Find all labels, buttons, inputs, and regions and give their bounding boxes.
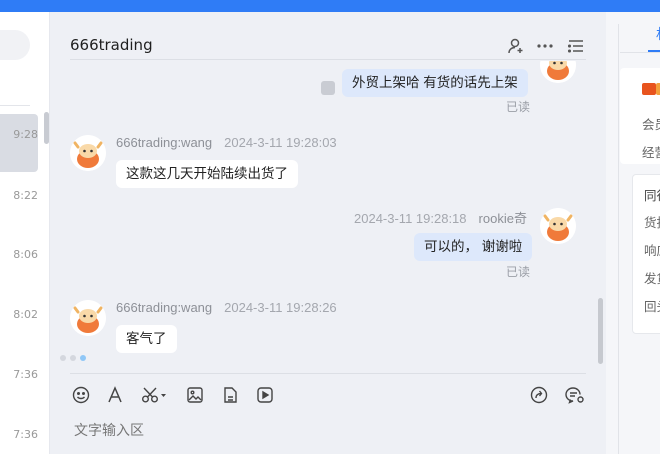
conversation-item[interactable]: 7:36: [0, 414, 38, 454]
conversation-time: 7:36: [13, 428, 38, 441]
read-status: 已读: [506, 265, 531, 279]
typing-dot: [80, 355, 86, 361]
typing-dot: [60, 355, 66, 361]
message-bubble-in[interactable]: 客气了: [116, 325, 177, 353]
message-more-icon[interactable]: [321, 81, 335, 95]
conversation-item[interactable]: 7:36: [0, 354, 38, 412]
message-meta: 666trading:wang 2024-3-11 19:28:26: [116, 300, 337, 315]
input-toolbar-divider: [70, 373, 586, 374]
shop-badge-icon: [642, 83, 656, 95]
conversation-time: 7:36: [13, 368, 38, 381]
shop-info-label: 经营: [642, 146, 660, 160]
avatar[interactable]: [70, 135, 106, 171]
peer-comparison-title: 同行: [644, 189, 660, 203]
video-icon[interactable]: [254, 384, 276, 406]
conversation-item[interactable]: 8:02: [0, 294, 38, 352]
conversation-list: 9:28 8:22 8:06 8:02 7:36 7:36: [0, 12, 50, 454]
typing-dot: [70, 355, 76, 361]
shop-info-label: 会员: [642, 118, 660, 132]
sender-name: 666trading:wang: [116, 300, 213, 315]
message-time: 2024-3-11 19:28:18: [354, 211, 467, 226]
metric-label: 回头: [644, 300, 660, 314]
avatar[interactable]: [540, 208, 576, 244]
window-top-bar: [0, 0, 660, 12]
scissors-icon[interactable]: [140, 384, 170, 406]
typing-indicator: [60, 355, 86, 361]
message-bubble-out[interactable]: 外贸上架哈 有货的话先上架: [342, 69, 528, 97]
message-time: 2024-3-11 19:28:26: [224, 300, 337, 315]
conversation-list-scrollbar[interactable]: [44, 112, 49, 144]
emoji-icon[interactable]: [70, 384, 92, 406]
chat-window: 666trading 外贸上架哈 有货的话先上架 已读 666trading:w…: [50, 12, 606, 454]
image-icon[interactable]: [184, 384, 206, 406]
metric-label: 响应: [644, 244, 660, 258]
message-list: 外贸上架哈 有货的话先上架 已读 666trading:wang 2024-3-1…: [50, 61, 606, 371]
message-bubble-out[interactable]: 可以的， 谢谢啦: [414, 233, 533, 261]
conversation-item[interactable]: 9:28: [0, 114, 38, 172]
conversation-time: 9:28: [13, 128, 38, 141]
conversation-time: 8:06: [13, 248, 38, 261]
share-icon[interactable]: [528, 384, 550, 406]
more-icon[interactable]: [535, 36, 555, 56]
metric-label: 货指: [644, 216, 660, 230]
message-input[interactable]: 文字输入区: [74, 420, 144, 440]
right-panel: 材 会员 经营 同行 货指 响应 发货 回头: [606, 12, 660, 454]
metric-label: 发货: [644, 272, 660, 286]
conversation-item[interactable]: 8:06: [0, 234, 38, 292]
avatar[interactable]: [540, 61, 576, 83]
message-meta: 666trading:wang 2024-3-11 19:28:03: [116, 135, 337, 150]
sender-name: rookie奇: [478, 211, 527, 226]
chat-settings-icon[interactable]: [564, 384, 586, 406]
conversation-search-input[interactable]: [0, 30, 30, 60]
list-icon[interactable]: [566, 36, 586, 56]
right-panel-tab[interactable]: 材: [656, 24, 660, 44]
chat-scrollbar[interactable]: [598, 298, 603, 364]
conversation-item[interactable]: 8:22: [0, 174, 38, 232]
conversation-list-divider: [0, 105, 30, 106]
message-time: 2024-3-11 19:28:03: [224, 135, 337, 150]
chat-header: 666trading: [70, 12, 586, 60]
add-user-icon[interactable]: [506, 36, 526, 56]
shop-level-icon: [656, 83, 660, 95]
font-icon[interactable]: [104, 384, 126, 406]
message-bubble-in[interactable]: 这款这几天开始陆续出货了: [116, 160, 298, 188]
right-panel-divider: [618, 24, 619, 454]
chat-title: 666trading: [70, 36, 153, 54]
sender-name: 666trading:wang: [116, 135, 213, 150]
conversation-time: 8:22: [13, 189, 38, 202]
tab-divider: [620, 52, 660, 53]
conversation-time: 8:02: [13, 308, 38, 321]
message-meta: 2024-3-11 19:28:18 rookie奇: [354, 208, 527, 227]
file-icon[interactable]: [219, 384, 241, 406]
avatar[interactable]: [70, 300, 106, 336]
read-status: 已读: [506, 100, 531, 114]
